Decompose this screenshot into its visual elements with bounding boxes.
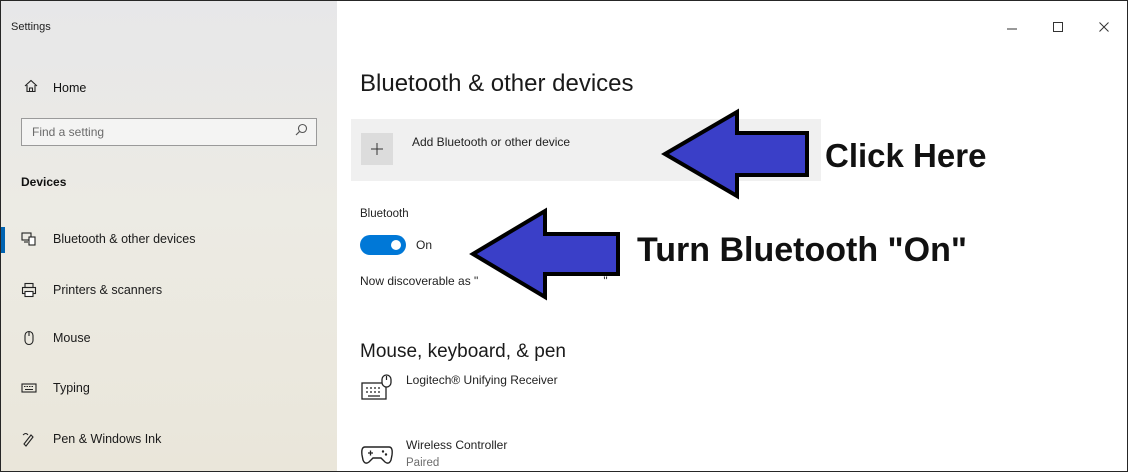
sidebar-item-label: Mouse bbox=[53, 331, 91, 345]
click-here-annotation: Click Here bbox=[825, 137, 987, 174]
bluetooth-devices-icon bbox=[21, 231, 37, 247]
sidebar-item-label: Pen & Windows Ink bbox=[53, 432, 162, 446]
arrow-click-here bbox=[661, 108, 809, 200]
window-title: Settings bbox=[11, 21, 51, 33]
mouse-icon bbox=[21, 330, 37, 346]
settings-window: Settings Home Find a setting Devices Blu… bbox=[0, 0, 1128, 472]
discoverable-prefix: Now discoverable as " bbox=[360, 274, 479, 288]
page-title: Bluetooth & other devices bbox=[360, 70, 634, 97]
minimize-button[interactable] bbox=[989, 15, 1035, 39]
window-controls bbox=[989, 15, 1127, 39]
add-device-label: Add Bluetooth or other device bbox=[412, 135, 571, 149]
home-icon bbox=[23, 78, 39, 97]
bluetooth-toggle[interactable] bbox=[360, 235, 406, 255]
keyboard-device-icon bbox=[360, 373, 394, 405]
device-status: Paired bbox=[406, 457, 440, 469]
bluetooth-state: On bbox=[416, 238, 433, 252]
sidebar-item-mouse[interactable]: Mouse bbox=[21, 330, 91, 346]
sidebar-item-bluetooth[interactable]: Bluetooth & other devices bbox=[21, 231, 195, 247]
bluetooth-label: Bluetooth bbox=[360, 208, 409, 220]
active-indicator bbox=[1, 227, 5, 253]
device-info: Logitech® Unifying Receiver bbox=[406, 373, 558, 405]
sidebar: Settings Home Find a setting Devices Blu… bbox=[1, 1, 337, 471]
sidebar-item-printers[interactable]: Printers & scanners bbox=[21, 282, 162, 298]
device-name: Logitech® Unifying Receiver bbox=[406, 373, 558, 387]
device-item[interactable]: Wireless Controller Paired bbox=[360, 438, 507, 470]
turn-on-annotation: Turn Bluetooth "On" bbox=[637, 231, 967, 269]
sidebar-item-pen[interactable]: Pen & Windows Ink bbox=[21, 431, 161, 447]
pen-icon bbox=[21, 431, 37, 447]
devices-section-title: Mouse, keyboard, & pen bbox=[360, 341, 566, 362]
toggle-knob bbox=[391, 240, 401, 250]
home-link[interactable]: Home bbox=[23, 78, 86, 97]
search-icon bbox=[295, 123, 308, 141]
devices-section-title: Devices bbox=[21, 175, 67, 189]
close-button[interactable] bbox=[1081, 15, 1127, 39]
device-info: Wireless Controller Paired bbox=[406, 438, 507, 470]
search-input[interactable]: Find a setting bbox=[21, 118, 317, 146]
sidebar-item-label: Typing bbox=[53, 381, 90, 395]
printer-icon bbox=[21, 282, 37, 298]
home-label: Home bbox=[53, 80, 87, 95]
gamepad-icon bbox=[360, 438, 394, 470]
device-item[interactable]: Logitech® Unifying Receiver bbox=[360, 373, 558, 405]
arrow-turn-on bbox=[469, 207, 620, 301]
sidebar-item-typing[interactable]: Typing bbox=[21, 380, 90, 396]
search-placeholder: Find a setting bbox=[32, 125, 105, 139]
sidebar-item-label: Printers & scanners bbox=[53, 283, 163, 297]
plus-icon bbox=[361, 133, 393, 165]
maximize-button[interactable] bbox=[1035, 15, 1081, 39]
sidebar-item-label: Bluetooth & other devices bbox=[53, 232, 196, 246]
device-name: Wireless Controller bbox=[406, 438, 508, 452]
keyboard-icon bbox=[21, 380, 37, 396]
